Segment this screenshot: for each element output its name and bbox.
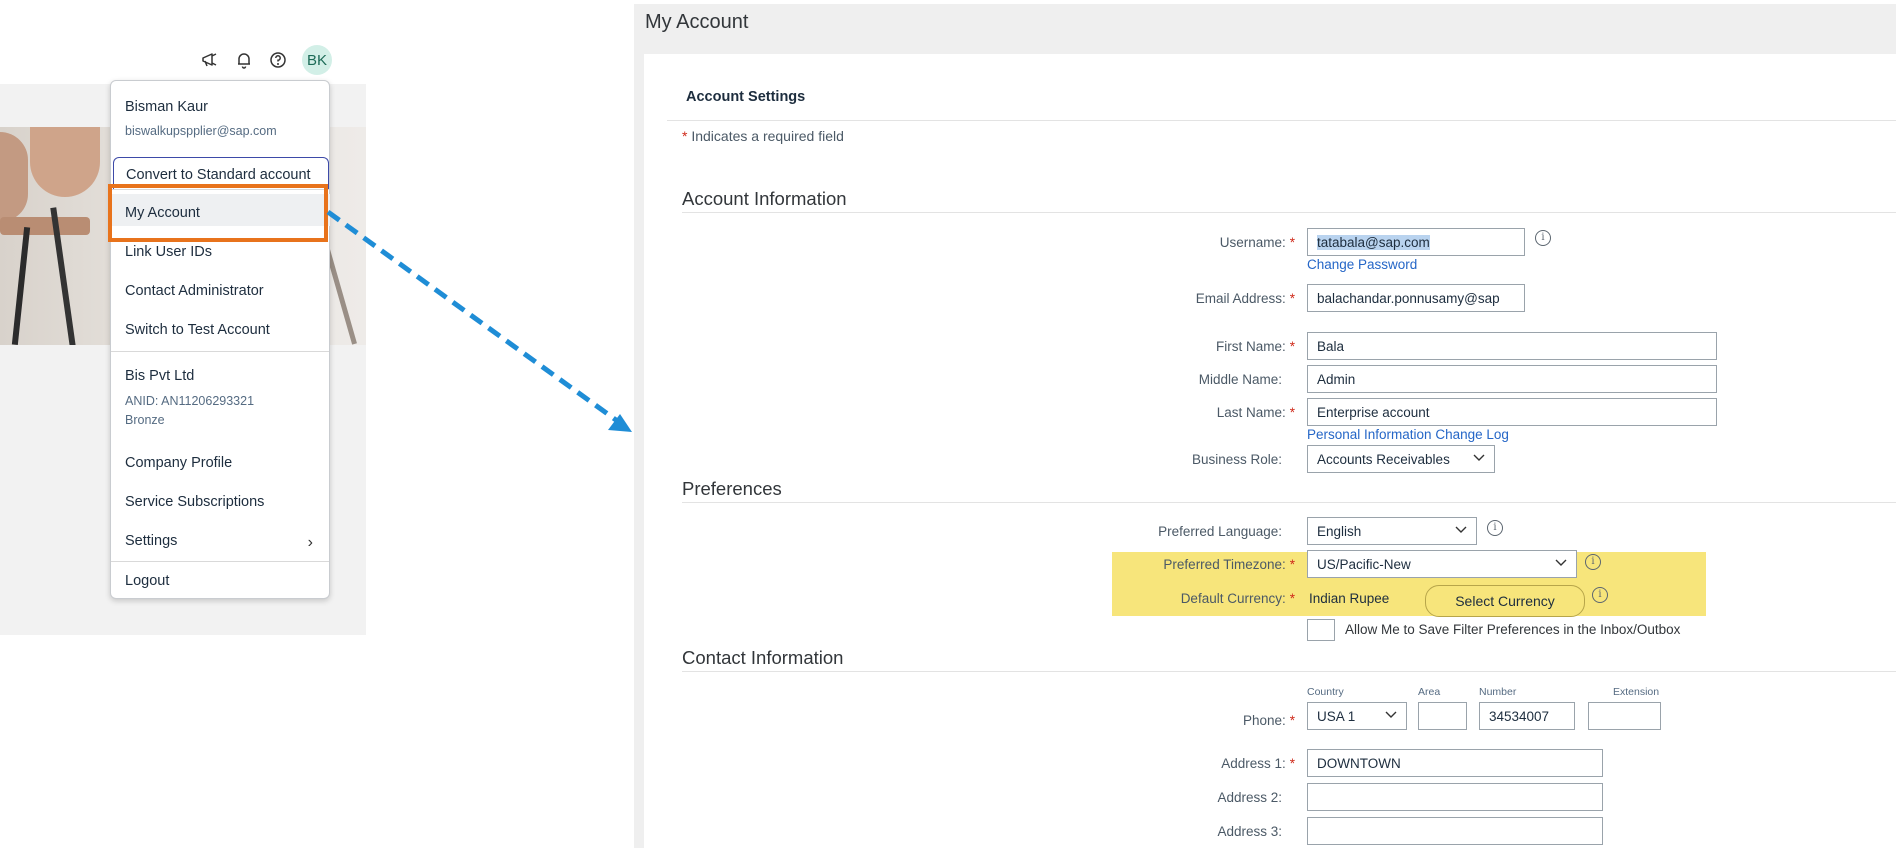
info-icon[interactable]: i <box>1585 554 1601 570</box>
first-name-label: First Name: * <box>1215 339 1295 354</box>
menu-item-link-user-ids[interactable]: Link User IDs <box>125 244 212 260</box>
menu-divider <box>111 561 329 562</box>
username-field[interactable]: tatabala@sap.com <box>1307 228 1525 256</box>
filter-preferences-label: Allow Me to Save Filter Preferences in t… <box>1345 622 1681 637</box>
chevron-down-icon <box>1385 711 1397 718</box>
chevron-right-icon: › <box>307 534 313 551</box>
menu-item-contact-administrator[interactable]: Contact Administrator <box>125 283 264 299</box>
menu-item-service-subscriptions[interactable]: Service Subscriptions <box>125 494 264 510</box>
phone-number-header: Number <box>1479 686 1517 698</box>
info-icon[interactable]: i <box>1487 520 1503 536</box>
business-role-select[interactable]: Accounts Receivables <box>1307 445 1495 473</box>
phone-number-field[interactable]: 34534007 <box>1479 702 1575 730</box>
select-currency-button[interactable]: Select Currency <box>1425 585 1585 617</box>
contact-information-heading: Contact Information <box>682 647 844 668</box>
preferred-timezone-select[interactable]: US/Pacific-New <box>1307 550 1577 578</box>
preferences-heading: Preferences <box>682 478 782 499</box>
address3-label: Address 3: <box>1217 824 1282 839</box>
callout-arrow <box>326 209 632 432</box>
divider <box>682 671 1896 672</box>
phone-extension-field[interactable] <box>1588 702 1661 730</box>
menu-divider <box>111 351 329 352</box>
menu-company-name: Bis Pvt Ltd <box>125 368 195 384</box>
divider <box>667 120 1896 121</box>
menu-item-company-profile[interactable]: Company Profile <box>125 455 232 471</box>
my-account-page: My Account Account Settings * Indicates … <box>634 4 1896 848</box>
divider <box>682 212 1896 213</box>
address1-field[interactable]: DOWNTOWN <box>1307 749 1603 777</box>
phone-country-select[interactable]: USA 1 <box>1307 702 1407 730</box>
phone-area-field[interactable] <box>1418 702 1467 730</box>
chevron-down-icon <box>1473 454 1485 461</box>
middle-name-label: Middle Name: <box>1198 372 1282 387</box>
my-account-highlight <box>108 184 328 242</box>
chevron-down-icon <box>1555 559 1567 566</box>
menu-user-email: biswalkupspplier@sap.com <box>125 124 277 138</box>
preferred-timezone-label: Preferred Timezone: * <box>1163 557 1295 572</box>
username-label: Username: * <box>1219 235 1295 250</box>
last-name-label: Last Name: * <box>1216 405 1295 420</box>
menu-item-logout[interactable]: Logout <box>125 573 169 589</box>
chevron-down-icon <box>1455 526 1467 533</box>
preferred-language-select[interactable]: English <box>1307 517 1477 545</box>
menu-user-name: Bisman Kaur <box>125 99 209 115</box>
business-role-label: Business Role: <box>1191 452 1282 467</box>
menu-company-tier: Bronze <box>125 413 165 427</box>
middle-name-field[interactable]: Admin <box>1307 365 1717 393</box>
address2-field[interactable] <box>1307 783 1603 811</box>
megaphone-icon[interactable] <box>200 50 220 70</box>
account-settings-heading: Account Settings <box>686 89 806 105</box>
info-icon[interactable]: i <box>1535 230 1551 246</box>
first-name-field[interactable]: Bala <box>1307 332 1717 360</box>
info-icon[interactable]: i <box>1592 587 1608 603</box>
default-currency-value: Indian Rupee <box>1309 591 1390 606</box>
email-field[interactable]: balachandar.ponnusamy@sap <box>1307 284 1525 312</box>
email-label: Email Address: * <box>1195 291 1295 306</box>
avatar[interactable]: BK <box>302 45 332 75</box>
help-icon[interactable] <box>268 50 288 70</box>
preferred-language-label: Preferred Language: <box>1158 524 1282 539</box>
change-password-link[interactable]: Change Password <box>1307 257 1417 272</box>
menu-company-anid: ANID: AN11206293321 <box>125 394 255 408</box>
menu-item-settings[interactable]: Settings <box>125 533 177 549</box>
page-title: My Account <box>645 11 749 33</box>
account-information-heading: Account Information <box>682 188 847 209</box>
address3-field[interactable] <box>1307 817 1603 845</box>
menu-item-switch-test-account[interactable]: Switch to Test Account <box>125 322 270 338</box>
address1-label: Address 1: * <box>1221 756 1295 771</box>
phone-label: Phone: * <box>1242 713 1295 728</box>
divider <box>682 502 1896 503</box>
required-note: * Indicates a required field <box>682 128 844 144</box>
page-left-gutter <box>634 4 644 848</box>
phone-area-header: Area <box>1418 686 1441 698</box>
filter-preferences-checkbox[interactable] <box>1307 619 1335 641</box>
topbar-icons: BK <box>200 45 332 75</box>
personal-info-change-log-link[interactable]: Personal Information Change Log <box>1307 427 1509 442</box>
address2-label: Address 2: <box>1217 790 1282 805</box>
user-menu: Bisman Kaur biswalkupspplier@sap.com Con… <box>110 80 330 599</box>
phone-extension-header: Extension <box>1613 686 1660 698</box>
phone-country-header: Country <box>1307 686 1344 698</box>
title-bar <box>634 4 1896 54</box>
default-currency-label: Default Currency: * <box>1180 591 1295 606</box>
last-name-field[interactable]: Enterprise account <box>1307 398 1717 426</box>
bell-icon[interactable] <box>234 50 254 70</box>
